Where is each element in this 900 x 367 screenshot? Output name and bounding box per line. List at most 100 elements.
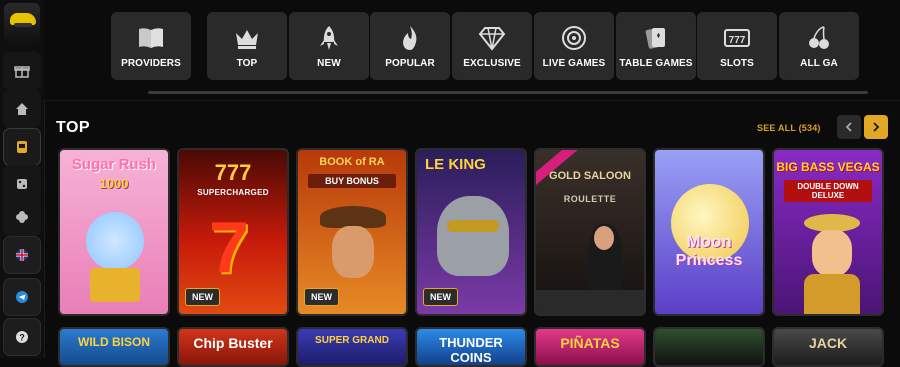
category-providers[interactable]: PROVIDERS [111, 12, 191, 80]
dealer-face-art [594, 226, 614, 250]
sunglasses-art [447, 220, 499, 232]
game-title: SUPER GRAND [315, 335, 389, 346]
new-badge: NEW [423, 288, 458, 306]
car-icon [10, 13, 36, 27]
new-badge: NEW [185, 288, 220, 306]
game-title: BOOK of RA [319, 156, 385, 168]
explorer-face-art [332, 226, 374, 278]
category-label: LIVE GAMES [542, 58, 606, 69]
game-card-jack[interactable]: JACK [772, 327, 884, 367]
book-icon [139, 28, 163, 48]
next-button[interactable] [864, 115, 888, 139]
category-label: POPULAR [385, 58, 435, 69]
game-title: BIG BASS VEGAS [776, 160, 880, 174]
gift-icon [14, 66, 30, 78]
exclusive-ribbon [536, 150, 579, 189]
category-all-games[interactable]: ALL GA [779, 12, 859, 80]
svg-text:?: ? [19, 333, 25, 343]
category-scrollbar[interactable] [148, 91, 868, 94]
game-card-wild-bison[interactable]: WILD BISON [58, 327, 170, 367]
game-title: Moon [686, 232, 732, 251]
language-flag-icon [16, 249, 28, 261]
category-exclusive[interactable]: EXCLUSIVE [452, 12, 532, 80]
home-icon [16, 103, 28, 115]
flame-icon [403, 26, 417, 50]
game-card-le-king[interactable]: LE KING NEW [415, 148, 527, 316]
svg-text:777: 777 [729, 35, 746, 46]
category-label: EXCLUSIVE [463, 58, 521, 69]
main-content: TOP SEE ALL (534) Sugar Rush 1000 777 SU… [44, 101, 900, 367]
sidebar-item-slots[interactable] [3, 128, 41, 166]
game-subtitle: ROULETTE [563, 194, 617, 204]
game-title: THUNDER COINS [439, 335, 503, 365]
category-bar: PROVIDERS TOP NEW POPULAR EXCLUSIVE LIVE… [44, 0, 900, 101]
game-title: Sugar Rush [71, 156, 157, 173]
game-card-unknown[interactable] [653, 327, 765, 367]
category-label: TABLE GAMES [619, 58, 693, 69]
game-title: LE KING [425, 156, 486, 173]
game-card-super-grand[interactable]: SUPER GRAND [296, 327, 408, 367]
game-card-big-bass-vegas[interactable]: BIG BASS VEGAS DOUBLE DOWN DELUXE [772, 148, 884, 316]
game-title: 777 [214, 160, 252, 185]
cards-icon [645, 28, 665, 49]
roulette-icon [562, 26, 586, 50]
slot-machine-icon [17, 141, 27, 153]
game-title: WILD BISON [78, 335, 150, 349]
raccoon-art [437, 196, 509, 276]
category-label: PROVIDERS [121, 58, 181, 69]
game-title: GOLD SALOON [549, 170, 631, 182]
game-subtitle: Princess [675, 252, 743, 269]
game-subtitle: 1000 [99, 176, 129, 191]
language-selector[interactable] [3, 236, 41, 274]
game-title: JACK [808, 335, 848, 351]
game-card-moon-princess[interactable]: Moon Princess [653, 148, 765, 316]
game-card-chip-buster[interactable]: Chip Buster [177, 327, 289, 367]
game-title: Chip Buster [193, 335, 273, 351]
hat-art [320, 206, 386, 228]
category-label: ALL GA [800, 58, 838, 69]
sidebar: ? [0, 0, 45, 358]
rocket-icon [320, 26, 338, 50]
category-popular[interactable]: POPULAR [370, 12, 450, 80]
sidebar-item-home[interactable] [3, 90, 41, 128]
category-label: NEW [317, 58, 341, 69]
gumball-base-art [90, 268, 140, 302]
gumball-machine-art [86, 212, 144, 270]
section-title: TOP [56, 119, 91, 136]
game-card-gold-saloon-roulette[interactable]: GOLD SALOON ROULETTE [534, 148, 646, 316]
sidebar-item-gift[interactable] [3, 52, 41, 90]
prev-button[interactable] [837, 115, 861, 139]
game-card-777-supercharged[interactable]: 777 SUPERCHARGED 7 NEW [177, 148, 289, 316]
dice-icon [17, 179, 27, 189]
see-all-link[interactable]: SEE ALL (534) [757, 123, 821, 133]
category-label: SLOTS [720, 58, 754, 69]
777-icon: 777 [724, 29, 750, 47]
diamond-icon [478, 27, 506, 51]
category-label: TOP [236, 58, 258, 69]
roulette-table-art [536, 290, 644, 314]
chevron-left-icon [845, 122, 852, 132]
fisherman-body-art [804, 274, 860, 314]
chevron-right-icon [873, 122, 880, 132]
fisherman-face-art [812, 230, 852, 276]
sidebar-item-lucky[interactable] [3, 198, 41, 236]
game-subtitle: BUY BONUS [308, 174, 396, 188]
brand-logo[interactable] [4, 3, 40, 43]
game-card-pinatas[interactable]: PIÑATAS [534, 327, 646, 367]
game-subtitle: DOUBLE DOWN DELUXE [784, 180, 872, 202]
new-badge: NEW [304, 288, 339, 306]
category-table-games[interactable]: TABLE GAMES [616, 12, 696, 80]
help-button[interactable]: ? [3, 318, 41, 356]
seven-art: 7 [209, 208, 250, 288]
game-card-sugar-rush[interactable]: Sugar Rush 1000 [58, 148, 170, 316]
category-top[interactable]: TOP [207, 12, 287, 80]
category-live-games[interactable]: LIVE GAMES [534, 12, 614, 80]
category-slots[interactable]: 777 SLOTS [697, 12, 777, 80]
game-card-book-of-ra[interactable]: BOOK of RA BUY BONUS NEW [296, 148, 408, 316]
clover-icon [16, 211, 28, 223]
category-new[interactable]: NEW [289, 12, 369, 80]
help-icon: ? [16, 331, 28, 343]
game-title: PIÑATAS [560, 335, 620, 351]
telegram-button[interactable] [3, 278, 41, 316]
game-card-thunder-coins[interactable]: THUNDER COINS [415, 327, 527, 367]
